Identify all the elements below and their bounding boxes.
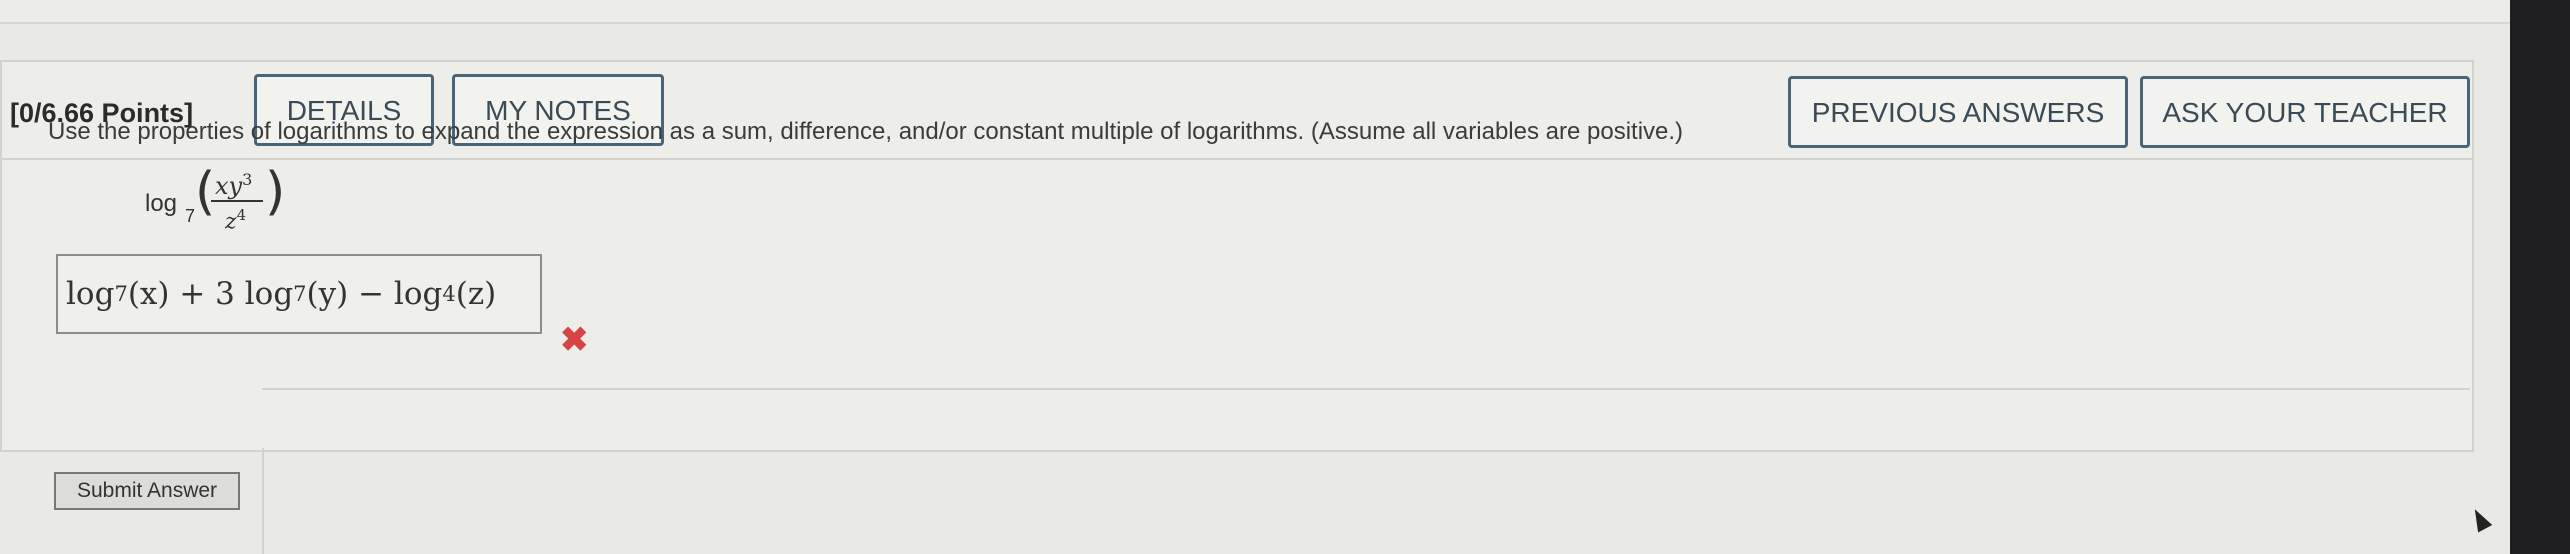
fraction-numerator: xy3 (215, 170, 252, 200)
log-word: log (145, 190, 178, 217)
answer-base-1: 7 (114, 282, 128, 306)
answer-log-1: log (66, 276, 115, 312)
submit-answer-button[interactable]: Submit Answer (54, 472, 240, 510)
answer-base-2: 7 (293, 282, 307, 306)
answer-input[interactable]: log 7 (x) + 3 log 7 (y) − log 4 (z) (56, 254, 542, 334)
answer-base-3: 4 (442, 282, 456, 306)
screen-edge (2510, 0, 2570, 554)
answer-part-3: (z) (455, 276, 497, 312)
top-strip (0, 0, 2510, 24)
ask-your-teacher-button[interactable]: ASK YOUR TEACHER (2140, 76, 2470, 148)
problem-instruction: Use the properties of logarithms to expa… (48, 118, 1684, 145)
previous-answers-button[interactable]: PREVIOUS ANSWERS (1788, 76, 2128, 148)
close-paren: ) (265, 162, 286, 222)
x-mark-icon: ✖ (560, 321, 589, 359)
numerator-base: xy (215, 172, 243, 200)
section-divider (262, 388, 2470, 390)
ask-your-teacher-button-label: ASK YOUR TEACHER (2162, 97, 2448, 128)
fraction-bar (211, 200, 263, 202)
mouse-cursor-icon (2467, 505, 2493, 533)
denominator-base: z (225, 209, 237, 235)
answer-part-1: (x) + 3 log (127, 276, 294, 312)
open-paren: ( (195, 162, 216, 222)
log-base: 7 (185, 206, 196, 226)
previous-answers-button-label: PREVIOUS ANSWERS (1811, 97, 2105, 128)
denominator-exponent: 4 (236, 206, 247, 224)
answer-part-2: (y) − log (306, 276, 443, 312)
numerator-exponent: 3 (242, 170, 253, 189)
fraction-denominator: z4 (225, 206, 246, 234)
